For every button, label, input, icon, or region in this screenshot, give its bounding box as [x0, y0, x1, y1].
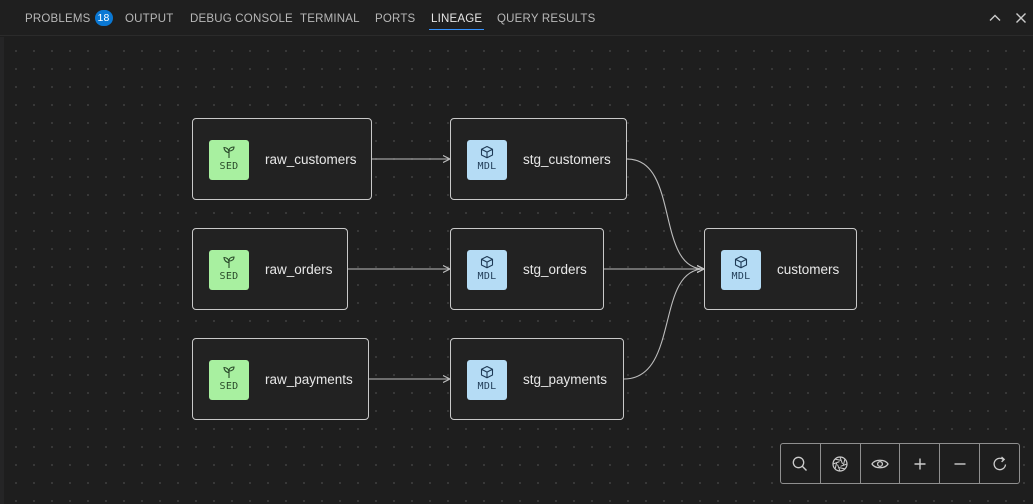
zoom-out-button[interactable]	[940, 444, 981, 483]
node-name: stg_payments	[523, 372, 608, 387]
zoom-in-button[interactable]	[900, 444, 941, 483]
sprout-icon	[223, 256, 235, 268]
search-button[interactable]	[781, 444, 821, 483]
cube-icon	[734, 255, 748, 269]
edge-stg-payments-to-customers	[623, 269, 704, 380]
node-raw-customers[interactable]: SED raw_customers	[192, 118, 372, 200]
seed-badge: SED	[209, 140, 249, 180]
node-raw-payments[interactable]: SED raw_payments	[192, 338, 369, 420]
model-badge: MDL	[721, 250, 761, 290]
aperture-icon	[832, 455, 848, 472]
node-name: raw_payments	[265, 372, 353, 387]
sprout-icon	[223, 146, 235, 158]
plus-icon	[914, 458, 926, 469]
node-stg-customers[interactable]: MDL stg_customers	[450, 118, 627, 200]
node-kind-label: SED	[219, 271, 239, 282]
seed-badge: SED	[209, 360, 249, 400]
node-stg-orders[interactable]: MDL stg_orders	[450, 228, 604, 310]
graph-toolbar	[780, 443, 1020, 484]
node-kind-label: MDL	[731, 271, 751, 282]
visibility-button[interactable]	[861, 444, 901, 483]
model-badge: MDL	[467, 360, 507, 400]
node-kind-label: MDL	[477, 271, 497, 282]
aperture-button[interactable]	[821, 444, 861, 483]
node-name: stg_customers	[523, 152, 611, 167]
search-icon	[793, 456, 808, 471]
node-kind-label: SED	[219, 381, 239, 392]
eye-icon	[871, 459, 889, 468]
node-kind-label: MDL	[477, 161, 497, 172]
node-customers[interactable]: MDL customers	[704, 228, 857, 310]
node-kind-label: SED	[219, 161, 239, 172]
minus-icon	[954, 462, 966, 465]
node-kind-label: MDL	[477, 381, 497, 392]
refresh-button[interactable]	[980, 444, 1019, 483]
edge-stg-customers-to-customers	[626, 158, 704, 269]
seed-badge: SED	[209, 250, 249, 290]
sprout-icon	[223, 366, 235, 378]
cube-icon	[480, 145, 494, 159]
cube-icon	[480, 255, 494, 269]
node-name: stg_orders	[523, 262, 587, 277]
node-name: raw_customers	[265, 152, 357, 167]
node-raw-orders[interactable]: SED raw_orders	[192, 228, 348, 310]
node-name: raw_orders	[265, 262, 333, 277]
cube-icon	[480, 365, 494, 379]
model-badge: MDL	[467, 140, 507, 180]
refresh-icon	[993, 456, 1006, 470]
node-stg-payments[interactable]: MDL stg_payments	[450, 338, 624, 420]
model-badge: MDL	[467, 250, 507, 290]
node-name: customers	[777, 262, 840, 277]
